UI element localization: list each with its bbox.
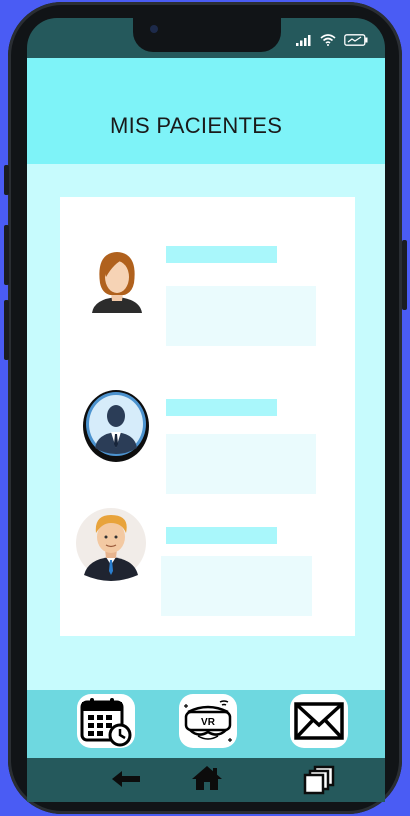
status-bar	[296, 34, 368, 46]
mail-icon	[294, 702, 344, 740]
camera	[150, 25, 158, 33]
side-button	[402, 240, 407, 310]
battery-icon	[344, 34, 368, 46]
patient-info-placeholder	[161, 556, 312, 616]
patient-name-placeholder	[166, 246, 277, 263]
male-patient-suit-avatar	[83, 390, 149, 462]
calendar-button[interactable]	[77, 694, 135, 748]
mail-button[interactable]	[290, 694, 348, 748]
female-patient-avatar	[92, 252, 142, 313]
page-title: MIS PACIENTES	[110, 113, 283, 138]
side-button	[4, 300, 9, 360]
side-button	[4, 165, 9, 195]
patient-info-placeholder	[166, 434, 316, 494]
patient-name-placeholder	[166, 527, 277, 544]
patient-name-placeholder	[166, 399, 277, 416]
wifi-icon	[320, 34, 336, 46]
calendar-clock-icon	[80, 698, 132, 747]
home-icon[interactable]	[191, 764, 223, 792]
vr-label: VR	[201, 717, 216, 728]
header	[27, 58, 385, 164]
side-button	[4, 225, 9, 285]
back-arrow-icon[interactable]	[110, 768, 142, 790]
male-patient-blond-avatar	[76, 508, 146, 581]
patient-info-placeholder	[166, 286, 316, 346]
recent-apps-icon[interactable]	[303, 765, 335, 795]
notch	[133, 18, 281, 52]
vr-button[interactable]: VR	[179, 694, 237, 748]
vr-headset-icon: VR	[184, 700, 232, 742]
signal-icon	[296, 35, 311, 46]
